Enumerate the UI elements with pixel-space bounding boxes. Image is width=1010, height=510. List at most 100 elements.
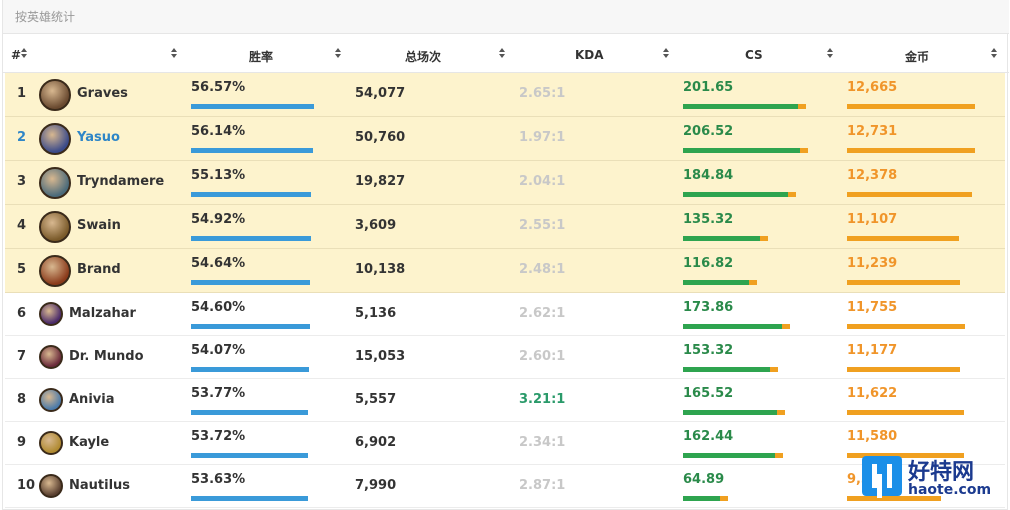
table-row[interactable]: 4 Swain 54.92% 3,609 2.55:1 135.32 11,107 bbox=[5, 205, 1005, 249]
table-row[interactable]: 2 Yasuo 56.14% 50,760 1.97:1 206.52 12,731 bbox=[5, 117, 1005, 161]
sort-icon[interactable] bbox=[663, 48, 669, 60]
rank-number: 9 bbox=[17, 435, 27, 450]
win-rate-bar bbox=[191, 496, 308, 501]
col-header-kda[interactable]: KDA bbox=[575, 44, 675, 66]
col-label-games: 总场次 bbox=[405, 50, 442, 64]
cs-value: 135.32 bbox=[683, 212, 734, 227]
champion-name[interactable]: Anivia bbox=[69, 392, 114, 407]
table-row[interactable]: 7 Dr. Mundo 54.07% 15,053 2.60:1 153.32 11,177 bbox=[5, 336, 1005, 379]
win-rate: 53.77% bbox=[191, 386, 246, 401]
kda-value: 2.60:1 bbox=[519, 349, 566, 364]
table-row[interactable]: 8 Anivia 53.77% 5,557 3.21:1 165.52 11,622 bbox=[5, 379, 1005, 422]
cs-bar bbox=[683, 280, 757, 285]
table-row[interactable]: 1 Graves 56.57% 54,077 2.65:1 201.65 12,665 bbox=[5, 73, 1005, 117]
cs-value: 165.52 bbox=[683, 386, 734, 401]
sort-icon[interactable] bbox=[335, 48, 341, 60]
total-games: 50,760 bbox=[355, 130, 406, 145]
gold-value: 12,731 bbox=[847, 124, 898, 139]
win-rate-bar bbox=[191, 236, 311, 241]
champion-name[interactable]: Brand bbox=[77, 262, 121, 277]
kda-value: 2.87:1 bbox=[519, 478, 566, 493]
cs-bar-fill bbox=[683, 236, 760, 241]
cs-bar-fill bbox=[683, 367, 770, 372]
champion-name[interactable]: Graves bbox=[77, 86, 128, 101]
champion-avatar[interactable] bbox=[39, 474, 63, 498]
col-header-winrate[interactable]: 胜率 bbox=[249, 44, 349, 66]
cs-bar-fill bbox=[683, 324, 782, 329]
champion-avatar[interactable] bbox=[39, 302, 63, 326]
cs-value: 201.65 bbox=[683, 80, 734, 95]
total-games: 5,136 bbox=[355, 306, 397, 321]
kda-value: 2.55:1 bbox=[519, 218, 566, 233]
cs-value: 184.84 bbox=[683, 168, 734, 183]
gold-bar bbox=[847, 236, 959, 241]
champion-name[interactable]: Nautilus bbox=[69, 478, 130, 493]
page-title: 按英雄统计 bbox=[15, 10, 76, 24]
champion-avatar[interactable] bbox=[39, 79, 71, 111]
champion-name[interactable]: Dr. Mundo bbox=[69, 349, 144, 364]
col-label-gold: 金币 bbox=[905, 50, 930, 64]
table-row[interactable]: 5 Brand 54.64% 10,138 2.48:1 116.82 11,239 bbox=[5, 249, 1005, 293]
champion-name[interactable]: Kayle bbox=[69, 435, 109, 450]
kda-value: 1.97:1 bbox=[519, 130, 566, 145]
win-rate: 54.07% bbox=[191, 343, 246, 358]
total-games: 10,138 bbox=[355, 262, 406, 277]
total-games: 54,077 bbox=[355, 86, 406, 101]
rank-number: 4 bbox=[17, 218, 27, 233]
champion-avatar[interactable] bbox=[39, 211, 71, 243]
col-header-games[interactable]: 总场次 bbox=[405, 44, 515, 66]
cs-bar bbox=[683, 148, 808, 153]
panel-header: 按英雄统计 bbox=[3, 0, 1009, 34]
win-rate-bar bbox=[191, 410, 308, 415]
rank-number: 7 bbox=[17, 349, 27, 364]
sort-icon[interactable] bbox=[827, 48, 833, 60]
cs-bar bbox=[683, 236, 768, 241]
champion-avatar[interactable] bbox=[39, 123, 71, 155]
gold-value: 11,239 bbox=[847, 256, 898, 271]
col-label-cs: CS bbox=[745, 48, 763, 62]
rank-number: 6 bbox=[17, 306, 27, 321]
champion-avatar[interactable] bbox=[39, 431, 63, 455]
gold-bar bbox=[847, 104, 975, 109]
sort-icon[interactable] bbox=[171, 48, 177, 60]
cs-bar bbox=[683, 367, 778, 372]
col-header-cs[interactable]: CS bbox=[745, 44, 845, 66]
col-header-champion[interactable] bbox=[171, 44, 181, 66]
table-row[interactable]: 3 Tryndamere 55.13% 19,827 2.04:1 184.84 12,37… bbox=[5, 161, 1005, 205]
rank-number: 2 bbox=[17, 130, 27, 145]
gold-bar bbox=[847, 324, 965, 329]
champion-name[interactable]: Tryndamere bbox=[77, 174, 164, 189]
gold-value: 11,107 bbox=[847, 212, 898, 227]
kda-value: 2.34:1 bbox=[519, 435, 566, 450]
cs-bar bbox=[683, 496, 728, 501]
champion-name[interactable]: Malzahar bbox=[69, 306, 136, 321]
champion-name[interactable]: Swain bbox=[77, 218, 121, 233]
gold-value: 11,580 bbox=[847, 429, 898, 444]
col-header-rank[interactable]: # bbox=[11, 44, 51, 66]
total-games: 3,609 bbox=[355, 218, 397, 233]
kda-value: 2.65:1 bbox=[519, 86, 566, 101]
champion-name[interactable]: Yasuo bbox=[77, 130, 120, 145]
rank-number: 3 bbox=[17, 174, 27, 189]
cs-bar-fill bbox=[683, 192, 788, 197]
cs-value: 64.89 bbox=[683, 472, 725, 487]
sort-icon[interactable] bbox=[21, 48, 27, 60]
cs-value: 153.32 bbox=[683, 343, 734, 358]
sort-icon[interactable] bbox=[991, 48, 997, 60]
col-label-kda: KDA bbox=[575, 48, 604, 62]
kda-value: 3.21:1 bbox=[519, 392, 566, 407]
col-header-gold[interactable]: 金币 bbox=[905, 44, 1005, 66]
cs-value: 173.86 bbox=[683, 300, 734, 315]
champion-avatar[interactable] bbox=[39, 255, 71, 287]
champion-avatar[interactable] bbox=[39, 345, 63, 369]
gold-bar bbox=[847, 148, 975, 153]
cs-bar-fill bbox=[683, 280, 749, 285]
champion-avatar[interactable] bbox=[39, 388, 63, 412]
gold-value: 12,665 bbox=[847, 80, 898, 95]
sort-icon[interactable] bbox=[499, 48, 505, 60]
table-row[interactable]: 6 Malzahar 54.60% 5,136 2.62:1 173.86 11,755 bbox=[5, 293, 1005, 336]
cs-bar-fill bbox=[683, 410, 777, 415]
gold-bar bbox=[847, 367, 960, 372]
champion-avatar[interactable] bbox=[39, 167, 71, 199]
cs-bar-fill bbox=[683, 104, 798, 109]
